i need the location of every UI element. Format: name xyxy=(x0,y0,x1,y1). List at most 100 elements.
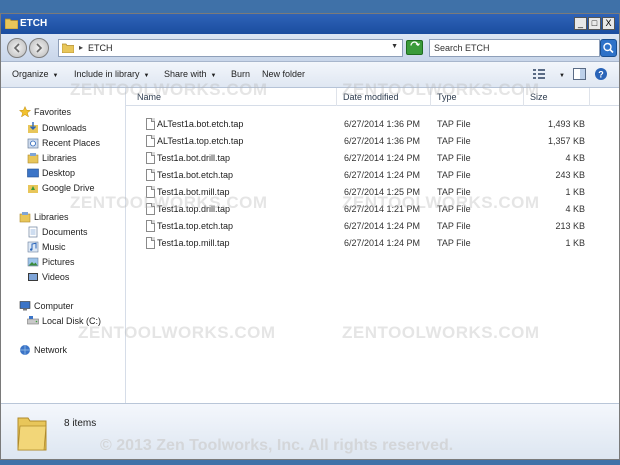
address-field[interactable]: ▸ ETCH ▼ xyxy=(58,39,403,57)
libraries-icon xyxy=(27,153,39,164)
recent-places-icon xyxy=(27,138,39,149)
file-date: 6/27/2014 1:36 PM xyxy=(344,136,421,146)
file-icon xyxy=(146,135,155,147)
help-icon[interactable]: ? xyxy=(593,67,609,81)
close-button[interactable]: X xyxy=(602,17,615,30)
file-row[interactable]: Test1a.bot.etch.tap 6/27/2014 1:24 PM TA… xyxy=(126,167,619,184)
minimize-button[interactable]: _ xyxy=(574,17,587,30)
file-date: 6/27/2014 1:24 PM xyxy=(344,221,421,231)
search-icon xyxy=(603,42,614,54)
file-name: Test1a.top.etch.tap xyxy=(157,221,234,231)
burn-button[interactable]: Burn xyxy=(231,69,250,79)
title-bar[interactable]: ETCH _ □ X xyxy=(1,14,619,34)
forward-arrow-icon xyxy=(36,43,43,53)
file-name: ALTest1a.bot.etch.tap xyxy=(157,119,244,129)
file-name: Test1a.top.mill.tap xyxy=(157,238,230,248)
include-label: Include in library xyxy=(74,69,140,79)
documents-icon xyxy=(28,226,38,238)
nav-label: Favorites xyxy=(34,107,72,117)
file-list: ALTest1a.bot.etch.tap 6/27/2014 1:36 PM … xyxy=(126,106,619,403)
pictures-icon xyxy=(27,257,39,267)
nav-label: Music xyxy=(42,242,66,252)
nav-label: Libraries xyxy=(34,212,69,222)
organize-menu[interactable]: Organize ▼ xyxy=(12,69,58,79)
file-type: TAP File xyxy=(437,238,471,248)
nav-label: Desktop xyxy=(42,168,76,178)
nav-label: Google Drive xyxy=(42,183,95,193)
address-path[interactable]: ETCH xyxy=(88,43,113,53)
file-size: 213 KB xyxy=(555,221,585,231)
file-type: TAP File xyxy=(437,221,471,231)
file-date: 6/27/2014 1:24 PM xyxy=(344,238,421,248)
file-icon xyxy=(146,237,155,249)
file-size: 1,493 KB xyxy=(547,119,585,129)
file-icon xyxy=(146,118,155,130)
file-type: TAP File xyxy=(437,153,471,163)
navigation-pane: Favorites Downloads Recent Places Librar… xyxy=(1,88,126,403)
watermark-text: ZENTOOLWORKS.COM xyxy=(70,193,268,212)
watermark-text: ZENTOOLWORKS.COM xyxy=(342,193,540,212)
file-row[interactable]: ALTest1a.top.etch.tap 6/27/2014 1:36 PM … xyxy=(126,133,619,150)
libraries-icon xyxy=(19,212,31,223)
nav-label: Libraries xyxy=(42,153,77,163)
chevron-down-icon: ▼ xyxy=(143,73,150,79)
nav-label: Videos xyxy=(42,272,70,282)
file-date: 6/27/2014 1:24 PM xyxy=(344,153,421,163)
nav-label: Downloads xyxy=(42,123,87,133)
file-name: Test1a.bot.drill.tap xyxy=(157,153,231,163)
file-icon xyxy=(146,220,155,232)
watermark-text: ZENTOOLWORKS.COM xyxy=(342,323,540,342)
forward-button[interactable] xyxy=(29,38,49,58)
folder-icon xyxy=(62,43,74,53)
disk-icon xyxy=(27,316,39,325)
watermark-text: ZENTOOLWORKS.COM xyxy=(342,80,540,99)
preview-pane-icon[interactable] xyxy=(572,67,588,81)
share-with-menu[interactable]: Share with ▼ xyxy=(164,69,216,79)
organize-label: Organize xyxy=(12,69,49,79)
window-title: ETCH xyxy=(20,18,48,29)
item-count: 8 items xyxy=(64,418,97,429)
file-row[interactable]: ALTest1a.bot.etch.tap 6/27/2014 1:36 PM … xyxy=(126,116,619,133)
chevron-down-icon[interactable]: ▼ xyxy=(555,69,565,79)
search-button[interactable] xyxy=(600,39,617,57)
back-button[interactable] xyxy=(7,38,27,58)
downloads-icon xyxy=(28,122,38,133)
nav-label: Pictures xyxy=(42,257,75,267)
computer-icon xyxy=(19,301,31,311)
chevron-down-icon: ▼ xyxy=(52,73,59,79)
address-bar-row: ▸ ETCH ▼ Search ETCH xyxy=(1,34,619,62)
file-date: 6/27/2014 1:24 PM xyxy=(344,170,421,180)
file-size: 4 KB xyxy=(565,153,585,163)
file-row[interactable]: Test1a.bot.drill.tap 6/27/2014 1:24 PM T… xyxy=(126,150,619,167)
folder-icon xyxy=(5,18,18,29)
file-row[interactable]: Test1a.top.mill.tap 6/27/2014 1:24 PM TA… xyxy=(126,235,619,252)
svg-text:?: ? xyxy=(598,70,604,80)
search-input[interactable]: Search ETCH xyxy=(429,39,600,57)
file-type: TAP File xyxy=(437,119,471,129)
path-separator-icon[interactable]: ▸ xyxy=(79,43,83,52)
file-name: Test1a.bot.etch.tap xyxy=(157,170,234,180)
share-label: Share with xyxy=(164,69,207,79)
network-icon xyxy=(20,345,30,355)
back-arrow-icon xyxy=(13,43,20,53)
folder-icon xyxy=(17,417,47,451)
view-options-icon[interactable] xyxy=(531,67,547,81)
file-date: 6/27/2014 1:36 PM xyxy=(344,119,421,129)
maximize-button[interactable]: □ xyxy=(588,17,601,30)
nav-label: Documents xyxy=(42,227,88,237)
include-in-library-menu[interactable]: Include in library ▼ xyxy=(74,69,149,79)
file-size: 1,357 KB xyxy=(547,136,585,146)
file-row[interactable]: Test1a.top.etch.tap 6/27/2014 1:24 PM TA… xyxy=(126,218,619,235)
new-folder-button[interactable]: New folder xyxy=(262,69,305,79)
nav-label: Recent Places xyxy=(42,138,101,148)
search-placeholder[interactable]: Search ETCH xyxy=(434,43,490,53)
file-size: 243 KB xyxy=(555,170,585,180)
file-type: TAP File xyxy=(437,136,471,146)
file-icon xyxy=(146,169,155,181)
watermark-text: ZENTOOLWORKS.COM xyxy=(70,80,268,99)
chevron-down-icon[interactable]: ▼ xyxy=(391,43,398,50)
refresh-button[interactable] xyxy=(406,40,423,55)
file-icon xyxy=(146,152,155,164)
watermark-text: ZENTOOLWORKS.COM xyxy=(78,323,276,342)
videos-icon xyxy=(28,273,38,281)
